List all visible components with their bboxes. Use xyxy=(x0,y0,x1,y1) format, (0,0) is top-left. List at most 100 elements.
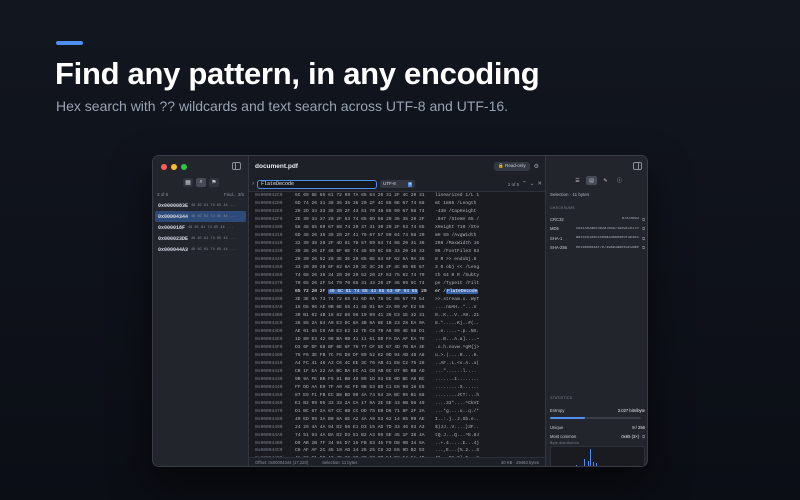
hex-row-offset: 0x00004440 xyxy=(255,384,283,390)
close-window-button[interactable] xyxy=(161,164,167,170)
zoom-window-button[interactable] xyxy=(181,164,187,170)
encoding-select[interactable]: UTF-8 ▾ xyxy=(380,180,415,188)
hex-row-offset: 0x000042C0 xyxy=(255,193,283,199)
hex-row[interactable]: 0x00004330 30 36 20 2F 46 6F 6E 74 46 69 … xyxy=(249,248,545,256)
most-common-row: Most common 0x65 (3×) ⧉ xyxy=(550,432,645,440)
inspector-tabs: ☰ ▤ ✎ ⓘ xyxy=(572,176,625,185)
entropy-bar-fill xyxy=(550,417,585,419)
copy-icon[interactable]: ⧉ xyxy=(642,217,645,222)
hex-row[interactable]: 0x00004310 6D 48 20 35 39 20 2F 41 76 67 … xyxy=(249,232,545,240)
hex-row[interactable]: 0x00004460 E1 B2 99 95 33 33 2A CA 17 9A … xyxy=(249,399,545,407)
result-item[interactable]: 0x000023DE 46 6C 61 74 65 44 ... xyxy=(155,233,246,244)
hex-row[interactable]: 0x000042F0 2E 39 34 37 20 2F 53 74 65 6D … xyxy=(249,216,545,224)
minimize-window-button[interactable] xyxy=(171,164,177,170)
result-item[interactable]: 0x000044A3 46 6C 61 74 65 44 ... xyxy=(155,244,246,255)
hex-row[interactable]: 0x00004350 33 20 30 20 6F 62 6A 20 3C 3C … xyxy=(249,264,545,272)
hex-row[interactable]: 0x000043E0 1D 89 E3 42 96 BA 0B 41 11 61 … xyxy=(249,335,545,343)
hex-row[interactable]: 0x000044C0 C8 AF AF 2C 45 19 AD 14 28 25 … xyxy=(249,447,545,455)
hex-row-bytes: E1 B2 99 95 33 33 2A CA 17 9A 2E 5E 43 6… xyxy=(295,400,425,406)
hex-row[interactable]: 0x00004440 FF DD AA E0 7F A0 AE FE 0B 53 … xyxy=(249,383,545,391)
hex-row[interactable]: 0x000042C0 6C 69 6E 65 61 72 69 7A 65 64 … xyxy=(249,192,545,200)
result-item[interactable]: 0x000018F 46 6C 61 74 65 44 ... xyxy=(155,222,246,233)
hex-row[interactable]: 0x00004360 74 68 20 36 34 20 30 20 52 20 … xyxy=(249,272,545,280)
result-bytes: 46 6C 61 74 65 44 ... xyxy=(191,214,237,219)
hex-row[interactable]: 0x000042E0 20 2D 34 33 38 20 2F 43 61 70 … xyxy=(249,208,545,216)
info-icon[interactable]: ⓘ xyxy=(614,176,625,185)
hex-row-offset: 0x00004390 xyxy=(255,297,283,303)
hex-row[interactable]: 0x000044A0 74 51 94 4A BA D2 D3 51 B2 A3 … xyxy=(249,431,545,439)
result-offset: 0x000018F xyxy=(158,224,186,231)
checksum-value: ee26b0dd4af7e749aa1a8ee3c10ae9923f618980 xyxy=(576,245,640,250)
next-match-icon[interactable]: ⌄ xyxy=(530,181,535,187)
list-icon[interactable]: ☰ xyxy=(572,176,583,185)
hex-row-ascii: ...,E...(%.2...S xyxy=(435,448,480,454)
read-only-badge[interactable]: 🔒 Read-only xyxy=(494,161,530,171)
hex-row[interactable]: 0x00004420 CB 1F EA 22 AA BC BA EC A1 CB … xyxy=(249,367,545,375)
inspector-toggle-icon[interactable] xyxy=(633,162,642,170)
copy-icon[interactable]: ⧉ xyxy=(642,245,645,250)
checksum-name: SHA-1 xyxy=(550,235,563,241)
search-input[interactable]: FlateDecode xyxy=(257,179,377,189)
hex-row-offset: 0x00004330 xyxy=(255,249,283,255)
hex-row-offset: 0x000042F0 xyxy=(255,217,283,223)
hex-row[interactable]: 0x00004340 20 30 20 52 20 3E 3E 20 65 6E … xyxy=(249,256,545,264)
hex-row-offset: 0x000042D0 xyxy=(255,201,283,207)
hex-row[interactable]: 0x000042D0 6D 74 20 31 38 36 35 36 20 2F … xyxy=(249,200,545,208)
hex-row[interactable]: 0x00004390 3E 3E 0A 73 74 72 65 61 6D 0A … xyxy=(249,296,545,304)
bookmark-icon[interactable]: ⚑ xyxy=(209,178,219,187)
hex-row[interactable]: 0x000043B0 30 B1 02 4B 18 82 86 56 19 99 … xyxy=(249,312,545,320)
hex-view[interactable]: 0x000042C0 6C 69 6E 65 61 72 69 7A 65 64 … xyxy=(249,191,545,459)
hex-row[interactable]: 0x00004450 87 E9 F1 FB EC B8 BD 09 4A 74 … xyxy=(249,391,545,399)
gear-icon[interactable]: ⚙ xyxy=(534,163,539,170)
pencil-icon[interactable]: ✎ xyxy=(600,176,611,185)
hex-row[interactable]: 0x00004400 75 F6 3E FB 7C F6 D8 DF 89 52 … xyxy=(249,351,545,359)
copy-icon[interactable]: ⧉ xyxy=(642,434,645,439)
chevron-right-icon[interactable]: › xyxy=(252,181,254,187)
hex-row[interactable]: 0x00004320 32 39 38 20 2F 4D 61 78 57 69 … xyxy=(249,240,545,248)
data-icon[interactable]: ▤ xyxy=(586,176,597,185)
search-icon[interactable]: ⌕ xyxy=(196,178,206,187)
checksum-name: CRC32 xyxy=(550,216,564,222)
hex-row[interactable]: 0x00004370 70 65 20 2F 54 79 70 65 31 43 … xyxy=(249,280,545,288)
hex-row-ascii: ...*g....u..q./* xyxy=(435,408,480,414)
search-match-highlight: FlateDecode xyxy=(446,289,479,295)
hex-row-ascii: $)JJ..V....}3F.. xyxy=(435,424,480,430)
accent-bar xyxy=(56,41,83,45)
byte-distribution-chart xyxy=(550,446,645,466)
checksum-value: 5d41402abc4b2a76b9719d911017c592 xyxy=(576,226,640,231)
chevron-down-icon: ▾ xyxy=(408,181,412,187)
hex-row[interactable]: 0x000043A0 15 D5 96 AE 9B 6E 55 41 48 91 … xyxy=(249,304,545,312)
entropy-value: 3.027 bits/byte xyxy=(617,407,645,413)
hex-row[interactable]: 0x000043C0 38 85 2A 84 A9 E3 DC 8A 4B 6A … xyxy=(249,320,545,328)
hex-row-offset: 0x000044A0 xyxy=(255,432,283,438)
hex-row[interactable]: 0x00004380 65 72 20 2F 46 6C 61 74 65 44 … xyxy=(249,288,545,296)
copy-icon[interactable]: ⧉ xyxy=(642,236,645,241)
hex-row[interactable]: 0x000044B0 D9 AB 2B 7F 34 94 D7 15 FB 83 … xyxy=(249,439,545,447)
result-item[interactable]: 0x0000083E 46 6C 61 74 65 44 ... xyxy=(155,200,246,211)
hex-row[interactable]: 0x00004490 24 29 4A 4A 94 D2 56 E1 D3 15 … xyxy=(249,423,545,431)
hex-row-offset: 0x000043F0 xyxy=(255,344,283,350)
hex-row-ascii: I..:.j..J.Sb.e.. xyxy=(435,416,480,422)
hex-row[interactable]: 0x000043D0 AE 01 65 C6 A0 E3 E2 12 7E C8 … xyxy=(249,327,545,335)
hex-row-bytes: 1D 89 E3 42 96 BA 0B 41 11 61 5D FA DA A… xyxy=(295,336,425,342)
hex-row-ascii: .o.h.novw.^gM{j> xyxy=(435,344,480,350)
checksum-row: MD5 5d41402abc4b2a76b9719d911017c592 ⧉ xyxy=(550,225,645,233)
copy-icon[interactable]: ⧉ xyxy=(642,226,645,231)
hex-row-bytes: 74 68 20 36 34 20 30 20 52 20 2F 53 75 6… xyxy=(295,273,425,279)
hex-row-bytes: 87 E9 F1 FB EC B8 BD 09 4A 74 54 3A BC 9… xyxy=(295,392,425,398)
hex-row[interactable]: 0x00004300 58 48 65 69 67 68 74 20 37 31 … xyxy=(249,224,545,232)
hex-row-ascii: 298 /MaxWidth 16 xyxy=(435,241,480,247)
grid-view-icon[interactable]: ▦ xyxy=(183,178,193,187)
hex-row[interactable]: 0x00004470 D1 BC 87 2A 67 CC 8B CC DD 75 … xyxy=(249,407,545,415)
hex-row[interactable]: 0x00004480 49 ED 99 3A B0 6A 8E A2 4A A9 … xyxy=(249,415,545,423)
hex-row[interactable]: 0x000043F0 D3 6F DF 68 BF 6E 6F 76 77 CF … xyxy=(249,343,545,351)
hex-row-ascii: mt 1865 /Length xyxy=(435,201,477,207)
close-search-icon[interactable]: ✕ xyxy=(537,181,542,187)
result-item[interactable]: 0x00004344 46 6C 61 74 65 44 ... xyxy=(155,211,246,222)
hex-row[interactable]: 0x00004410 A4 FC 41 46 A3 C6 4C EE 3C 76 … xyxy=(249,359,545,367)
hex-row-offset: 0x00004340 xyxy=(255,257,283,263)
hex-row[interactable]: 0x00004430 9B 9A FE BB F5 81 BB 49 09 1D … xyxy=(249,375,545,383)
sidebar-toggle-icon[interactable] xyxy=(232,162,241,170)
previous-match-icon[interactable]: ⌃ xyxy=(522,181,527,187)
window-controls xyxy=(161,164,187,170)
